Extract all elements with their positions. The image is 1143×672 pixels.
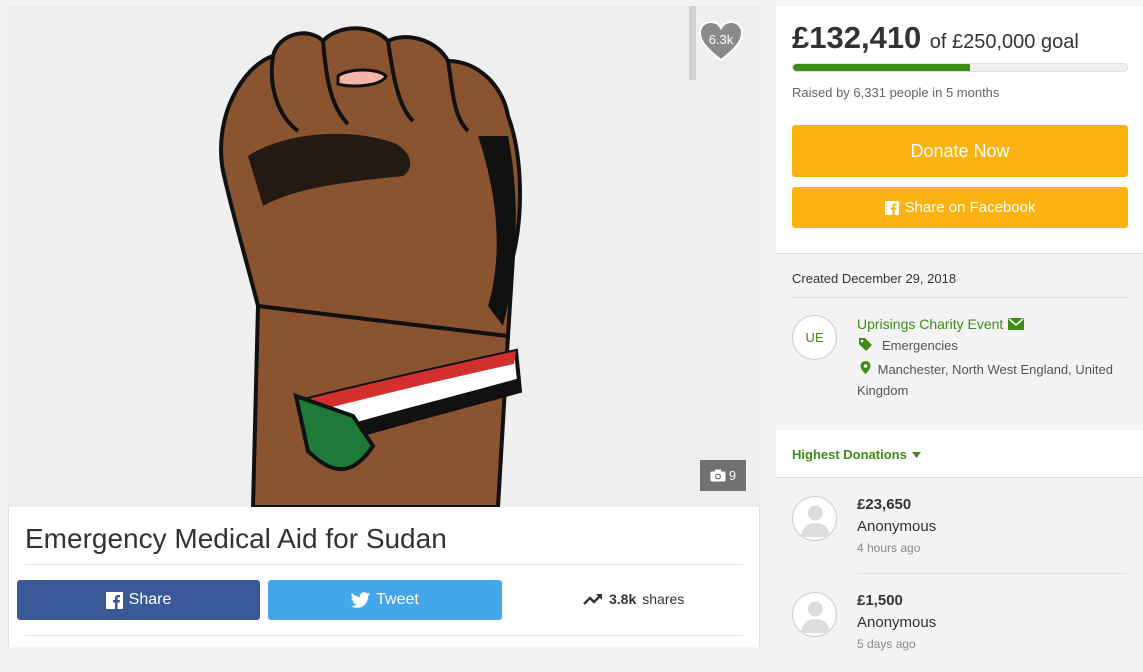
highest-donations-dropdown[interactable]: Highest Donations <box>792 447 921 462</box>
caret-down-icon <box>911 451 921 458</box>
donor-avatar <box>792 592 837 637</box>
shares-count: 3.8k <box>609 591 637 607</box>
donation-item: £23,650 Anonymous 4 hours ago <box>776 480 1143 576</box>
twitter-icon <box>351 592 371 608</box>
shares-label: shares <box>642 591 685 607</box>
amount-raised: £132,410 <box>792 20 922 55</box>
photo-count-badge[interactable]: 9 <box>700 460 746 491</box>
image-scrollbar[interactable] <box>689 6 696 80</box>
campaign-title-card: Emergency Medical Aid for Sudan Share Tw… <box>8 507 760 647</box>
donor-name: Anonymous <box>857 518 937 535</box>
highest-donations-label: Highest Donations <box>792 447 907 462</box>
donation-amount: £1,500 <box>857 592 903 609</box>
progress-fill <box>793 64 970 71</box>
sidebar: £132,410 of £250,000 goal Raised by 6,33… <box>776 0 1143 651</box>
facebook-icon <box>105 591 123 609</box>
divider <box>25 635 743 636</box>
organizer-name: Uprisings Charity Event <box>857 316 1004 332</box>
divider <box>857 573 1127 574</box>
campaign-column: 9 6.3k Emergency Medical Aid for Sudan S… <box>0 0 768 647</box>
camera-icon <box>710 469 726 482</box>
organizer-avatar[interactable]: UE <box>792 315 837 360</box>
organizer-link[interactable]: Uprisings Charity Event <box>857 316 1025 332</box>
shares-counter: 3.8k shares <box>583 585 684 613</box>
photo-count-label: 9 <box>728 468 737 483</box>
category-label: Emergencies <box>882 338 958 353</box>
location-label: Manchester, North West England, United K… <box>857 362 1113 398</box>
facebook-icon <box>884 200 899 215</box>
facebook-share-label: Share <box>128 591 172 608</box>
donor-avatar <box>792 496 837 541</box>
divider <box>25 564 743 565</box>
tweet-label: Tweet <box>376 591 419 608</box>
raised-by-text: Raised by 6,331 people in 5 months <box>792 85 1000 100</box>
share-on-facebook-label: Share on Facebook <box>904 199 1036 216</box>
donate-now-button[interactable]: Donate Now <box>792 125 1128 177</box>
map-pin-icon <box>860 361 871 374</box>
location-row: Manchester, North West England, United K… <box>857 359 1143 401</box>
heart-button[interactable]: 6.3k <box>698 20 744 62</box>
amount-row: £132,410 of £250,000 goal <box>792 20 1079 56</box>
raised-fist-illustration <box>219 26 523 507</box>
goal-text: of £250,000 goal <box>929 31 1079 53</box>
heart-count: 6.3k <box>708 32 734 47</box>
page-title: Emergency Medical Aid for Sudan <box>25 523 447 554</box>
share-on-facebook-button[interactable]: Share on Facebook <box>792 187 1128 228</box>
category-row[interactable]: Emergencies <box>857 338 958 353</box>
funding-card: £132,410 of £250,000 goal Raised by 6,33… <box>776 6 1143 254</box>
donations-header: Highest Donations <box>776 430 1143 478</box>
trending-up-icon <box>583 593 602 605</box>
campaign-hero-image[interactable]: 9 <box>8 6 760 507</box>
donation-item: £1,500 Anonymous 5 days ago <box>776 576 1143 672</box>
progress-bar <box>792 63 1128 72</box>
created-date: Created December 29, 2018 <box>792 271 957 286</box>
tag-icon <box>859 338 872 351</box>
user-placeholder-icon <box>801 601 830 633</box>
facebook-share-button[interactable]: Share <box>17 580 260 620</box>
donation-time: 4 hours ago <box>857 541 921 555</box>
envelope-icon[interactable] <box>1008 318 1025 330</box>
tweet-button[interactable]: Tweet <box>268 580 502 620</box>
campaign-meta: Created December 29, 2018 UE Uprisings C… <box>776 256 1143 422</box>
donation-amount: £23,650 <box>857 496 912 513</box>
user-placeholder-icon <box>801 505 830 537</box>
donor-name: Anonymous <box>857 614 937 631</box>
divider <box>792 297 1128 298</box>
donation-time: 5 days ago <box>857 637 916 651</box>
